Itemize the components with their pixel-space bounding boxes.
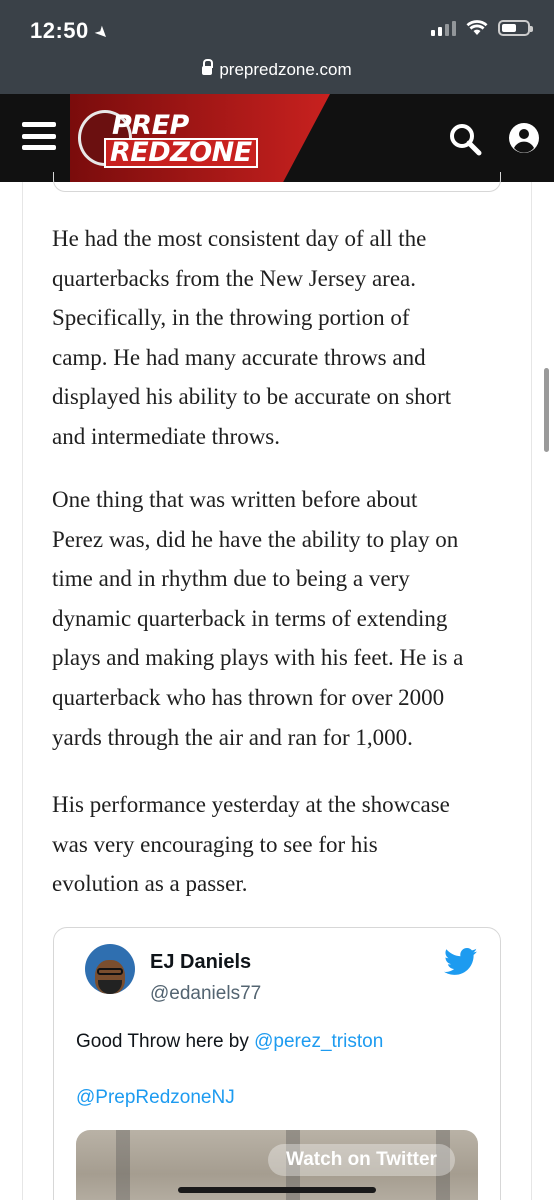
- paragraph-line: evolution as a passer.: [52, 871, 248, 897]
- hamburger-menu-icon[interactable]: [22, 122, 56, 150]
- tweet-author-handle[interactable]: @edaniels77: [150, 983, 261, 1005]
- tweet-mention-link[interactable]: @perez_triston: [254, 1031, 383, 1052]
- watch-on-twitter-button[interactable]: Watch on Twitter: [268, 1144, 455, 1176]
- lock-icon: [202, 59, 214, 75]
- article-paragraph-1: He had the most consistent day of all th…: [52, 219, 512, 457]
- previous-embed-edge: [53, 172, 501, 192]
- page-scrollbar[interactable]: [544, 368, 549, 452]
- paragraph-line: Perez was, did he have the ability to pl…: [52, 526, 459, 552]
- logo-text-redzone: REDZONE: [104, 138, 258, 168]
- paragraph-line: His performance yesterday at the showcas…: [52, 792, 450, 817]
- location-arrow-icon: ➤: [90, 22, 113, 45]
- browser-url-bar[interactable]: prepredzone.com: [0, 56, 554, 94]
- embedded-tweet[interactable]: EJ Daniels @edaniels77 Good Throw here b…: [53, 927, 501, 1200]
- article-paragraph-2: One thing that was written before about …: [52, 480, 512, 757]
- paragraph-line: was very encouraging to see for his: [52, 831, 378, 857]
- time-label: 12:50: [30, 18, 89, 43]
- wifi-icon: [466, 20, 488, 35]
- paragraph-line: quarterbacks from the New Jersey area.: [52, 265, 416, 291]
- tweet-text: Good Throw here by @perez_triston: [76, 1031, 383, 1053]
- status-bar: 12:50 ➤: [0, 0, 554, 56]
- user-account-icon[interactable]: [508, 122, 540, 154]
- paragraph-line: Specifically, in the throwing portion of: [52, 305, 410, 331]
- avatar[interactable]: [85, 944, 135, 994]
- url-container: prepredzone.com: [202, 59, 352, 79]
- cellular-signal-icon: [431, 20, 456, 36]
- article-paragraph-3: His performance yesterday at the showcas…: [52, 785, 512, 904]
- battery-icon: [498, 20, 533, 36]
- twitter-bird-icon[interactable]: [444, 948, 478, 976]
- paragraph-line: displayed his ability to be accurate on …: [52, 384, 452, 410]
- paragraph-line: and intermediate throws.: [52, 423, 281, 449]
- paragraph-line: time and in rhythm due to being a very: [52, 566, 410, 592]
- paragraph-line: quarterback who has thrown for over 2000: [52, 684, 445, 710]
- paragraph-line: dynamic quarterback in terms of extendin…: [52, 605, 448, 631]
- tweet-tag-link[interactable]: @PrepRedzoneNJ: [76, 1087, 235, 1109]
- url-text: prepredzone.com: [219, 60, 352, 79]
- paragraph-line: One thing that was written before about: [52, 487, 418, 512]
- paragraph-line: He had the most consistent day of all th…: [52, 226, 427, 251]
- status-icons: [431, 20, 533, 36]
- gym-beam: [116, 1130, 130, 1200]
- home-indicator[interactable]: [178, 1187, 376, 1193]
- paragraph-line: yards through the air and ran for 1,000.: [52, 724, 413, 750]
- paragraph-line: camp. He had many accurate throws and: [52, 344, 426, 370]
- status-time: 12:50 ➤: [30, 18, 112, 44]
- site-logo[interactable]: PREP REDZONE: [78, 106, 258, 170]
- search-icon[interactable]: [448, 122, 482, 156]
- paragraph-line: plays and making plays with his feet. He…: [52, 645, 464, 671]
- tweet-author-name[interactable]: EJ Daniels: [150, 951, 251, 974]
- tweet-text-prefix: Good Throw here by: [76, 1031, 255, 1052]
